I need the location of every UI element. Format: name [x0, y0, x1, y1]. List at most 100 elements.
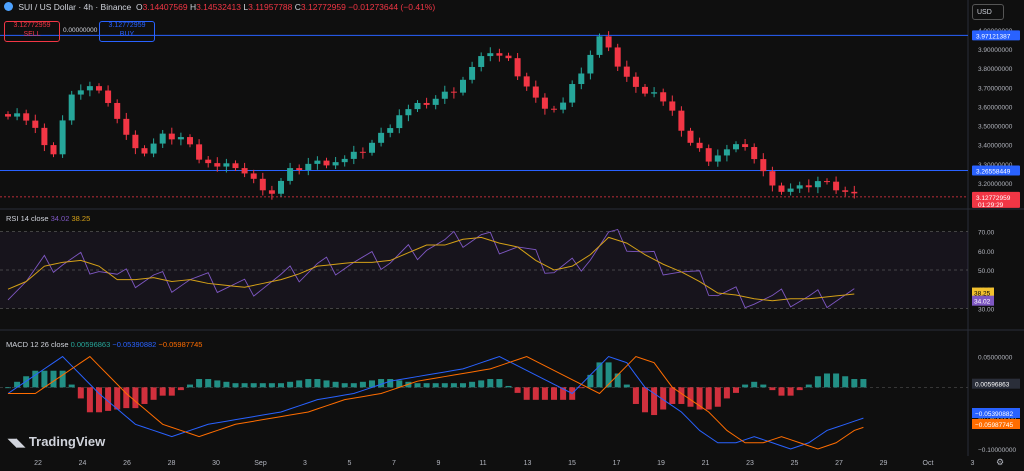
macd-histogram-bar [205, 379, 212, 388]
price-badge-text: 3.12772959 [976, 195, 1011, 202]
candle-body [669, 101, 676, 111]
candle-body [232, 163, 239, 169]
macd-histogram-bar [41, 370, 48, 388]
candle-body [177, 137, 184, 140]
candle-body [623, 66, 630, 77]
candle-body [660, 92, 667, 102]
time-axis-label: 3 [303, 460, 307, 467]
candle-body [150, 143, 157, 154]
candle-body [332, 162, 339, 166]
macd-histogram-bar [742, 384, 749, 388]
candle-body [560, 102, 567, 110]
macd-histogram-bar [496, 379, 503, 388]
candle-body [551, 108, 557, 110]
macd-histogram-bar [833, 373, 840, 388]
candle-body [842, 190, 849, 192]
candle-body [369, 142, 375, 153]
macd-histogram-bar [714, 387, 721, 407]
time-axis-label: 21 [702, 460, 710, 467]
candle-body [187, 137, 193, 145]
candle-body [587, 54, 594, 74]
macd-histogram-bar [50, 370, 57, 388]
candle-body [423, 102, 430, 105]
candle-body [168, 133, 175, 140]
close-value: 3.12772959 [300, 2, 346, 12]
candle-body [478, 56, 485, 67]
time-axis-label: Sep [254, 460, 267, 467]
price-tick-label: 3.90000000 [978, 47, 1013, 54]
buy-button[interactable]: 3.12772959 BUY [99, 21, 155, 42]
sell-label: SELL [23, 30, 41, 38]
macd-histogram-bar [778, 387, 785, 396]
macd-histogram-bar [168, 387, 175, 396]
candle-body [514, 58, 521, 77]
candle-body [733, 144, 739, 150]
candle-body [205, 159, 212, 164]
candle-body [5, 114, 11, 117]
time-axis-label: 11 [479, 460, 486, 467]
candle-body [714, 155, 721, 162]
macd-histogram-bar [241, 383, 248, 388]
macd-legend[interactable]: MACD 12 26 close 0.00596863 −0.05390882 … [6, 340, 202, 349]
tradingview-logo[interactable]: ◥◣ TradingView [8, 434, 105, 449]
change-value: −0.01273644 (−0.41%) [348, 2, 436, 12]
candle-body [59, 120, 66, 155]
candle-body [159, 133, 166, 144]
macd-histogram-bar [796, 387, 803, 391]
candle-body [14, 113, 21, 117]
currency-select[interactable]: USD [972, 4, 1004, 20]
symbol-title[interactable]: SUI / US Dollar · 4h · Binance [18, 2, 131, 12]
time-axis-label: 9 [437, 460, 441, 467]
chart-canvas[interactable]: 4.000000003.900000003.800000003.70000000… [0, 0, 1024, 471]
macd-histogram-bar [432, 383, 439, 388]
time-axis-label: 22 [34, 460, 42, 467]
macd-histogram-bar [323, 380, 330, 388]
macd-histogram-bar [268, 383, 275, 388]
candle-body [723, 149, 730, 156]
open-label: O [136, 2, 143, 12]
macd-histogram-bar [341, 383, 348, 388]
candle-body [833, 181, 840, 191]
macd-histogram-bar [232, 383, 239, 388]
candle-body [496, 53, 503, 56]
candle-body [50, 145, 57, 155]
macd-signal-value: −0.05987745 [158, 340, 203, 349]
candle-body [541, 97, 548, 109]
macd-histogram-bar [250, 383, 257, 388]
candle-body [778, 185, 785, 192]
candle-body [742, 144, 749, 148]
macd-histogram-bar [387, 379, 394, 388]
sell-price: 3.12772959 [13, 22, 51, 29]
rsi-legend[interactable]: RSI 14 close 34.02 38.25 [6, 214, 90, 223]
candle-body [814, 181, 821, 188]
macd-histogram-bar [460, 383, 466, 388]
macd-histogram-bar [787, 387, 794, 396]
candle-body [705, 148, 712, 162]
macd-tick-label: −0.10000000 [978, 447, 1017, 454]
candle-body [323, 160, 330, 166]
time-axis-label: 19 [657, 460, 665, 467]
candle-body [105, 90, 112, 103]
candle-body [223, 163, 230, 167]
candle-body [141, 148, 148, 154]
candle-body [787, 188, 794, 192]
rsi-badge-text: 34.02 [974, 299, 991, 306]
macd-histogram-bar [314, 379, 321, 388]
macd-histogram-bar [578, 387, 585, 389]
candle-body [605, 36, 612, 48]
candle-body [387, 128, 394, 133]
rsi-tick-label: 70.00 [978, 230, 995, 237]
time-axis-label: 17 [613, 460, 621, 467]
buy-label: BUY [119, 30, 135, 38]
candle-body [23, 113, 30, 121]
sell-button[interactable]: 3.12772959 SELL [4, 21, 60, 42]
candle-body [469, 66, 476, 80]
macd-histogram-bar [114, 387, 121, 410]
candle-body [678, 110, 685, 131]
candle-body [760, 159, 767, 172]
time-axis-label: 26 [123, 460, 131, 467]
candle-body [414, 102, 421, 110]
candle-body [505, 55, 512, 59]
macd-histogram-bar [541, 387, 548, 400]
settings-gear-icon: ⚙ [996, 457, 1004, 467]
